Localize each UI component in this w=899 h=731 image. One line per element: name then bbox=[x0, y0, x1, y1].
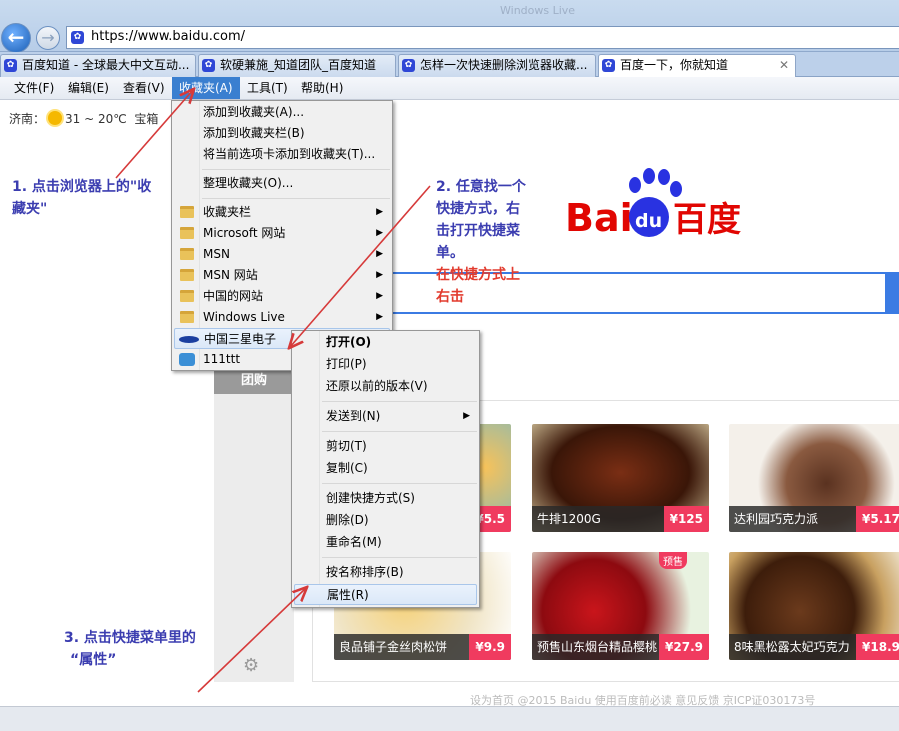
arrow-step1 bbox=[115, 90, 193, 179]
arrow-step2 bbox=[290, 185, 431, 347]
annotation-arrows bbox=[115, 0, 431, 693]
arrow-step3 bbox=[197, 588, 306, 693]
